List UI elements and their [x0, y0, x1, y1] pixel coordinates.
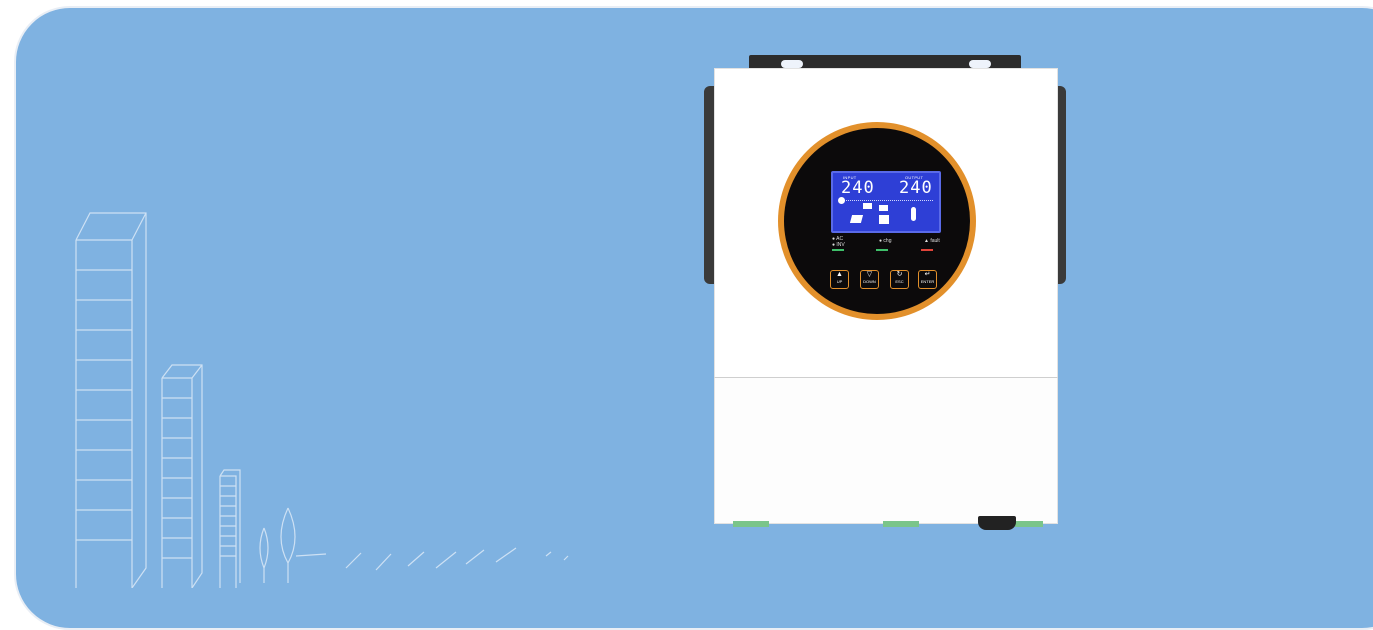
solar-inverter: INPUT OUTPUT 240 240 ● AC ● INV ● chg ▲ f…	[700, 52, 1070, 532]
lcd-input-value: 240	[841, 178, 875, 198]
city-skyline-illustration	[75, 212, 569, 588]
terminal-port	[1015, 521, 1043, 527]
inverter-lower-cover	[714, 377, 1058, 527]
bulb-icon	[911, 207, 916, 221]
down-button[interactable]: ▽ DOWN	[860, 270, 879, 289]
ac-status-led	[832, 249, 844, 251]
fault-led-label: ▲ fault	[924, 238, 940, 244]
bracket-slot	[969, 60, 991, 68]
lcd-flow-line	[839, 200, 933, 201]
terminal-port	[883, 521, 919, 527]
solar-panel-icon	[849, 215, 864, 223]
lcd-output-value: 240	[899, 178, 933, 198]
bracket-slot	[781, 60, 803, 68]
terminal-port	[733, 521, 769, 527]
fault-status-led	[921, 249, 933, 251]
up-button[interactable]: ▲ UP	[830, 270, 849, 289]
chg-led-label: ● chg	[879, 238, 892, 244]
cable-plug	[978, 516, 1016, 530]
enter-icon: ↵	[924, 271, 931, 278]
inverter-icon	[863, 203, 872, 209]
esc-button[interactable]: ↻ ESC	[890, 270, 909, 289]
load-icon	[879, 215, 889, 224]
back-icon: ↻	[896, 271, 903, 278]
battery-icon	[879, 205, 888, 211]
enter-button[interactable]: ↵ ENTER	[918, 270, 937, 289]
grid-icon	[838, 197, 845, 204]
chg-status-led	[876, 249, 888, 251]
down-arrow-icon: ▽	[866, 271, 873, 278]
up-arrow-icon: ▲	[836, 271, 843, 278]
hero-banner	[14, 6, 1373, 630]
ac-led-label: ● AC ● INV	[832, 236, 845, 248]
lcd-display: INPUT OUTPUT 240 240	[831, 171, 941, 233]
control-face: INPUT OUTPUT 240 240 ● AC ● INV ● chg ▲ f…	[784, 128, 970, 314]
